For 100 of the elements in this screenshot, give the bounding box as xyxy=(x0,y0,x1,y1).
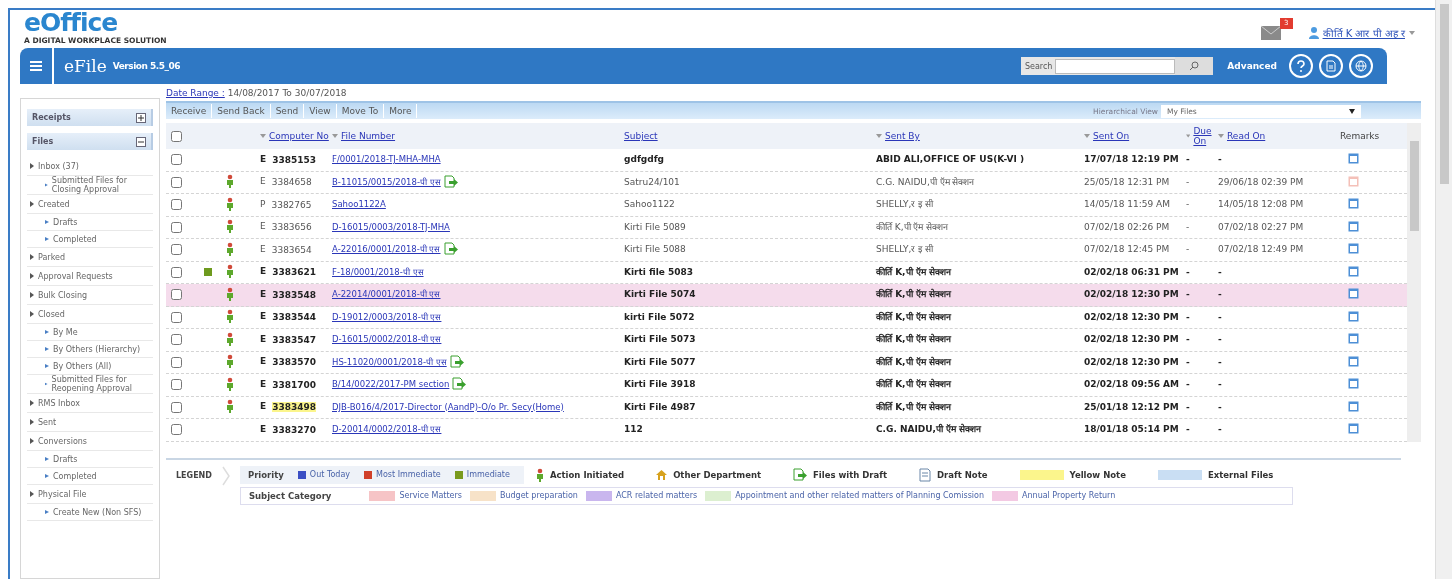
sidebar-section-header[interactable]: Files xyxy=(27,133,153,150)
sidebar-item[interactable]: Conversions xyxy=(27,432,153,451)
sidebar-subitem[interactable]: Submitted Files for Closing Approval xyxy=(27,176,153,195)
page-scrollbar[interactable] xyxy=(1435,0,1452,579)
note-icon[interactable] xyxy=(1348,355,1359,367)
search-button[interactable] xyxy=(1175,57,1214,75)
column-header[interactable]: Subject xyxy=(624,131,876,141)
expand-arrow-icon[interactable] xyxy=(30,400,34,406)
note-icon[interactable] xyxy=(1348,310,1359,322)
expand-arrow-icon[interactable] xyxy=(30,163,34,169)
toolbar-button[interactable]: Receive xyxy=(166,104,213,118)
row-checkbox[interactable] xyxy=(171,176,182,188)
file-number-link[interactable]: B-11015/0015/2018-पी एस xyxy=(332,177,441,187)
column-header[interactable]: Due On xyxy=(1186,126,1218,146)
expand-arrow-icon[interactable] xyxy=(30,311,34,317)
file-number-link[interactable]: DJB-B016/4/2017-Director (AandP)-O/o Pr. Secy(Home) xyxy=(332,402,564,412)
file-number-link[interactable]: HS-11020/0001/2018-पी एस xyxy=(332,357,447,367)
file-number-link[interactable]: D-19012/0003/2018-पी एस xyxy=(332,312,442,322)
column-header[interactable]: Sent By xyxy=(876,131,1084,141)
file-number-link[interactable]: F/0001/2018-TJ-MHA-MHA xyxy=(332,155,441,165)
document-button[interactable] xyxy=(1319,54,1343,78)
row-checkbox[interactable] xyxy=(171,334,182,346)
row-checkbox[interactable] xyxy=(171,401,182,413)
sidebar-subitem[interactable]: Create New (Non SFS) xyxy=(27,504,153,521)
sidebar-item[interactable]: Approval Requests xyxy=(27,267,153,286)
note-icon[interactable] xyxy=(1348,378,1359,390)
expand-arrow-icon[interactable] xyxy=(30,491,34,497)
note-icon[interactable] xyxy=(1348,288,1359,300)
row-checkbox[interactable] xyxy=(171,266,182,278)
advanced-search-link[interactable]: Advanced xyxy=(1227,61,1277,71)
row-checkbox[interactable] xyxy=(171,199,182,211)
toolbar-button[interactable]: Send Back xyxy=(212,104,271,118)
row-checkbox[interactable] xyxy=(171,289,182,301)
sidebar-subitem[interactable]: Drafts xyxy=(27,451,153,468)
sort-caret-icon[interactable] xyxy=(1218,134,1224,138)
sidebar-item[interactable]: RMS Inbox xyxy=(27,394,153,413)
row-checkbox[interactable] xyxy=(171,379,182,391)
note-icon[interactable] xyxy=(1348,265,1359,277)
sidebar-item[interactable]: Created xyxy=(27,195,153,214)
note-icon[interactable] xyxy=(1348,333,1359,345)
row-checkbox[interactable] xyxy=(171,221,182,233)
sort-caret-icon[interactable] xyxy=(876,134,882,138)
sidebar-item[interactable]: Inbox (37) xyxy=(27,157,153,176)
expand-arrow-icon[interactable] xyxy=(30,438,34,444)
expand-arrow-icon[interactable] xyxy=(30,201,34,207)
sidebar-item[interactable]: Parked xyxy=(27,248,153,267)
sort-caret-icon[interactable] xyxy=(332,134,338,138)
file-number-link[interactable]: D-20014/0002/2018-पी एस xyxy=(332,425,442,435)
sidebar-subitem[interactable]: By Others (Hierarchy) xyxy=(27,341,153,358)
file-number-link[interactable]: D-16015/0003/2018-TJ-MHA xyxy=(332,222,450,232)
sidebar-item[interactable]: Sent xyxy=(27,413,153,432)
row-checkbox[interactable] xyxy=(171,356,182,368)
date-range-link[interactable]: Date Range : xyxy=(166,88,225,98)
row-checkbox[interactable] xyxy=(171,424,182,436)
expand-arrow-icon[interactable] xyxy=(30,419,34,425)
file-number-link[interactable]: A-22016/0001/2018-पी एस xyxy=(332,245,441,255)
toolbar-button[interactable]: Move To xyxy=(336,104,385,118)
toolbar-button[interactable]: View xyxy=(304,104,337,118)
search-field[interactable]: Search xyxy=(1020,57,1214,75)
column-header[interactable]: Sent On xyxy=(1084,131,1186,141)
sort-caret-icon[interactable] xyxy=(1409,31,1415,35)
sidebar-item[interactable]: Physical File xyxy=(27,485,153,504)
user-menu[interactable]: कीर्ति K आर पी अह र xyxy=(1308,26,1415,40)
sidebar-item[interactable]: Closed xyxy=(27,305,153,324)
expand-arrow-icon[interactable] xyxy=(30,273,34,279)
sort-caret-icon[interactable] xyxy=(1084,134,1090,138)
column-header[interactable]: File Number xyxy=(332,131,624,141)
note-icon[interactable] xyxy=(1348,198,1359,210)
file-number-link[interactable]: B/14/0022/2017-PM section xyxy=(332,380,450,390)
file-number-link[interactable]: Sahoo1122A xyxy=(332,200,386,210)
sort-caret-icon[interactable] xyxy=(260,134,266,138)
column-header[interactable]: Read On xyxy=(1218,131,1340,141)
toolbar-button[interactable]: More xyxy=(384,104,418,118)
sidebar-subitem[interactable]: Completed xyxy=(27,468,153,485)
table-scrollbar[interactable] xyxy=(1407,123,1421,442)
note-icon[interactable] xyxy=(1348,153,1359,165)
sidebar-subitem[interactable]: By Others (All) xyxy=(27,358,153,375)
expand-arrow-icon[interactable] xyxy=(30,254,34,260)
expand-arrow-icon[interactable] xyxy=(30,292,34,298)
note-icon[interactable] xyxy=(1348,400,1359,412)
sidebar-subitem[interactable]: Drafts xyxy=(27,214,153,231)
file-number-link[interactable]: D-16015/0002/2018-पी एस xyxy=(332,335,442,345)
note-icon[interactable] xyxy=(1348,243,1359,255)
file-number-link[interactable]: F-18/0001/2018-पी एस xyxy=(332,267,424,277)
sidebar-subitem[interactable]: Submitted Files for Reopening Approval xyxy=(27,375,153,394)
globe-button[interactable] xyxy=(1349,54,1373,78)
sort-caret-icon[interactable] xyxy=(1186,134,1191,138)
sidebar-subitem[interactable]: By Me xyxy=(27,324,153,341)
row-checkbox[interactable] xyxy=(171,154,182,166)
note-icon[interactable] xyxy=(1348,220,1359,232)
row-checkbox[interactable] xyxy=(171,311,182,323)
toolbar-button[interactable]: Send xyxy=(270,104,305,118)
sidebar-item[interactable]: Bulk Closing xyxy=(27,286,153,305)
note-icon[interactable] xyxy=(1348,423,1359,435)
sidebar-subitem[interactable]: Completed xyxy=(27,231,153,248)
help-button[interactable] xyxy=(1289,54,1313,78)
row-checkbox[interactable] xyxy=(171,244,182,256)
file-number-link[interactable]: A-22014/0001/2018-पी एस xyxy=(332,290,441,300)
sidebar-section-header[interactable]: Receipts xyxy=(27,109,153,126)
select-all-checkbox[interactable] xyxy=(171,130,182,142)
